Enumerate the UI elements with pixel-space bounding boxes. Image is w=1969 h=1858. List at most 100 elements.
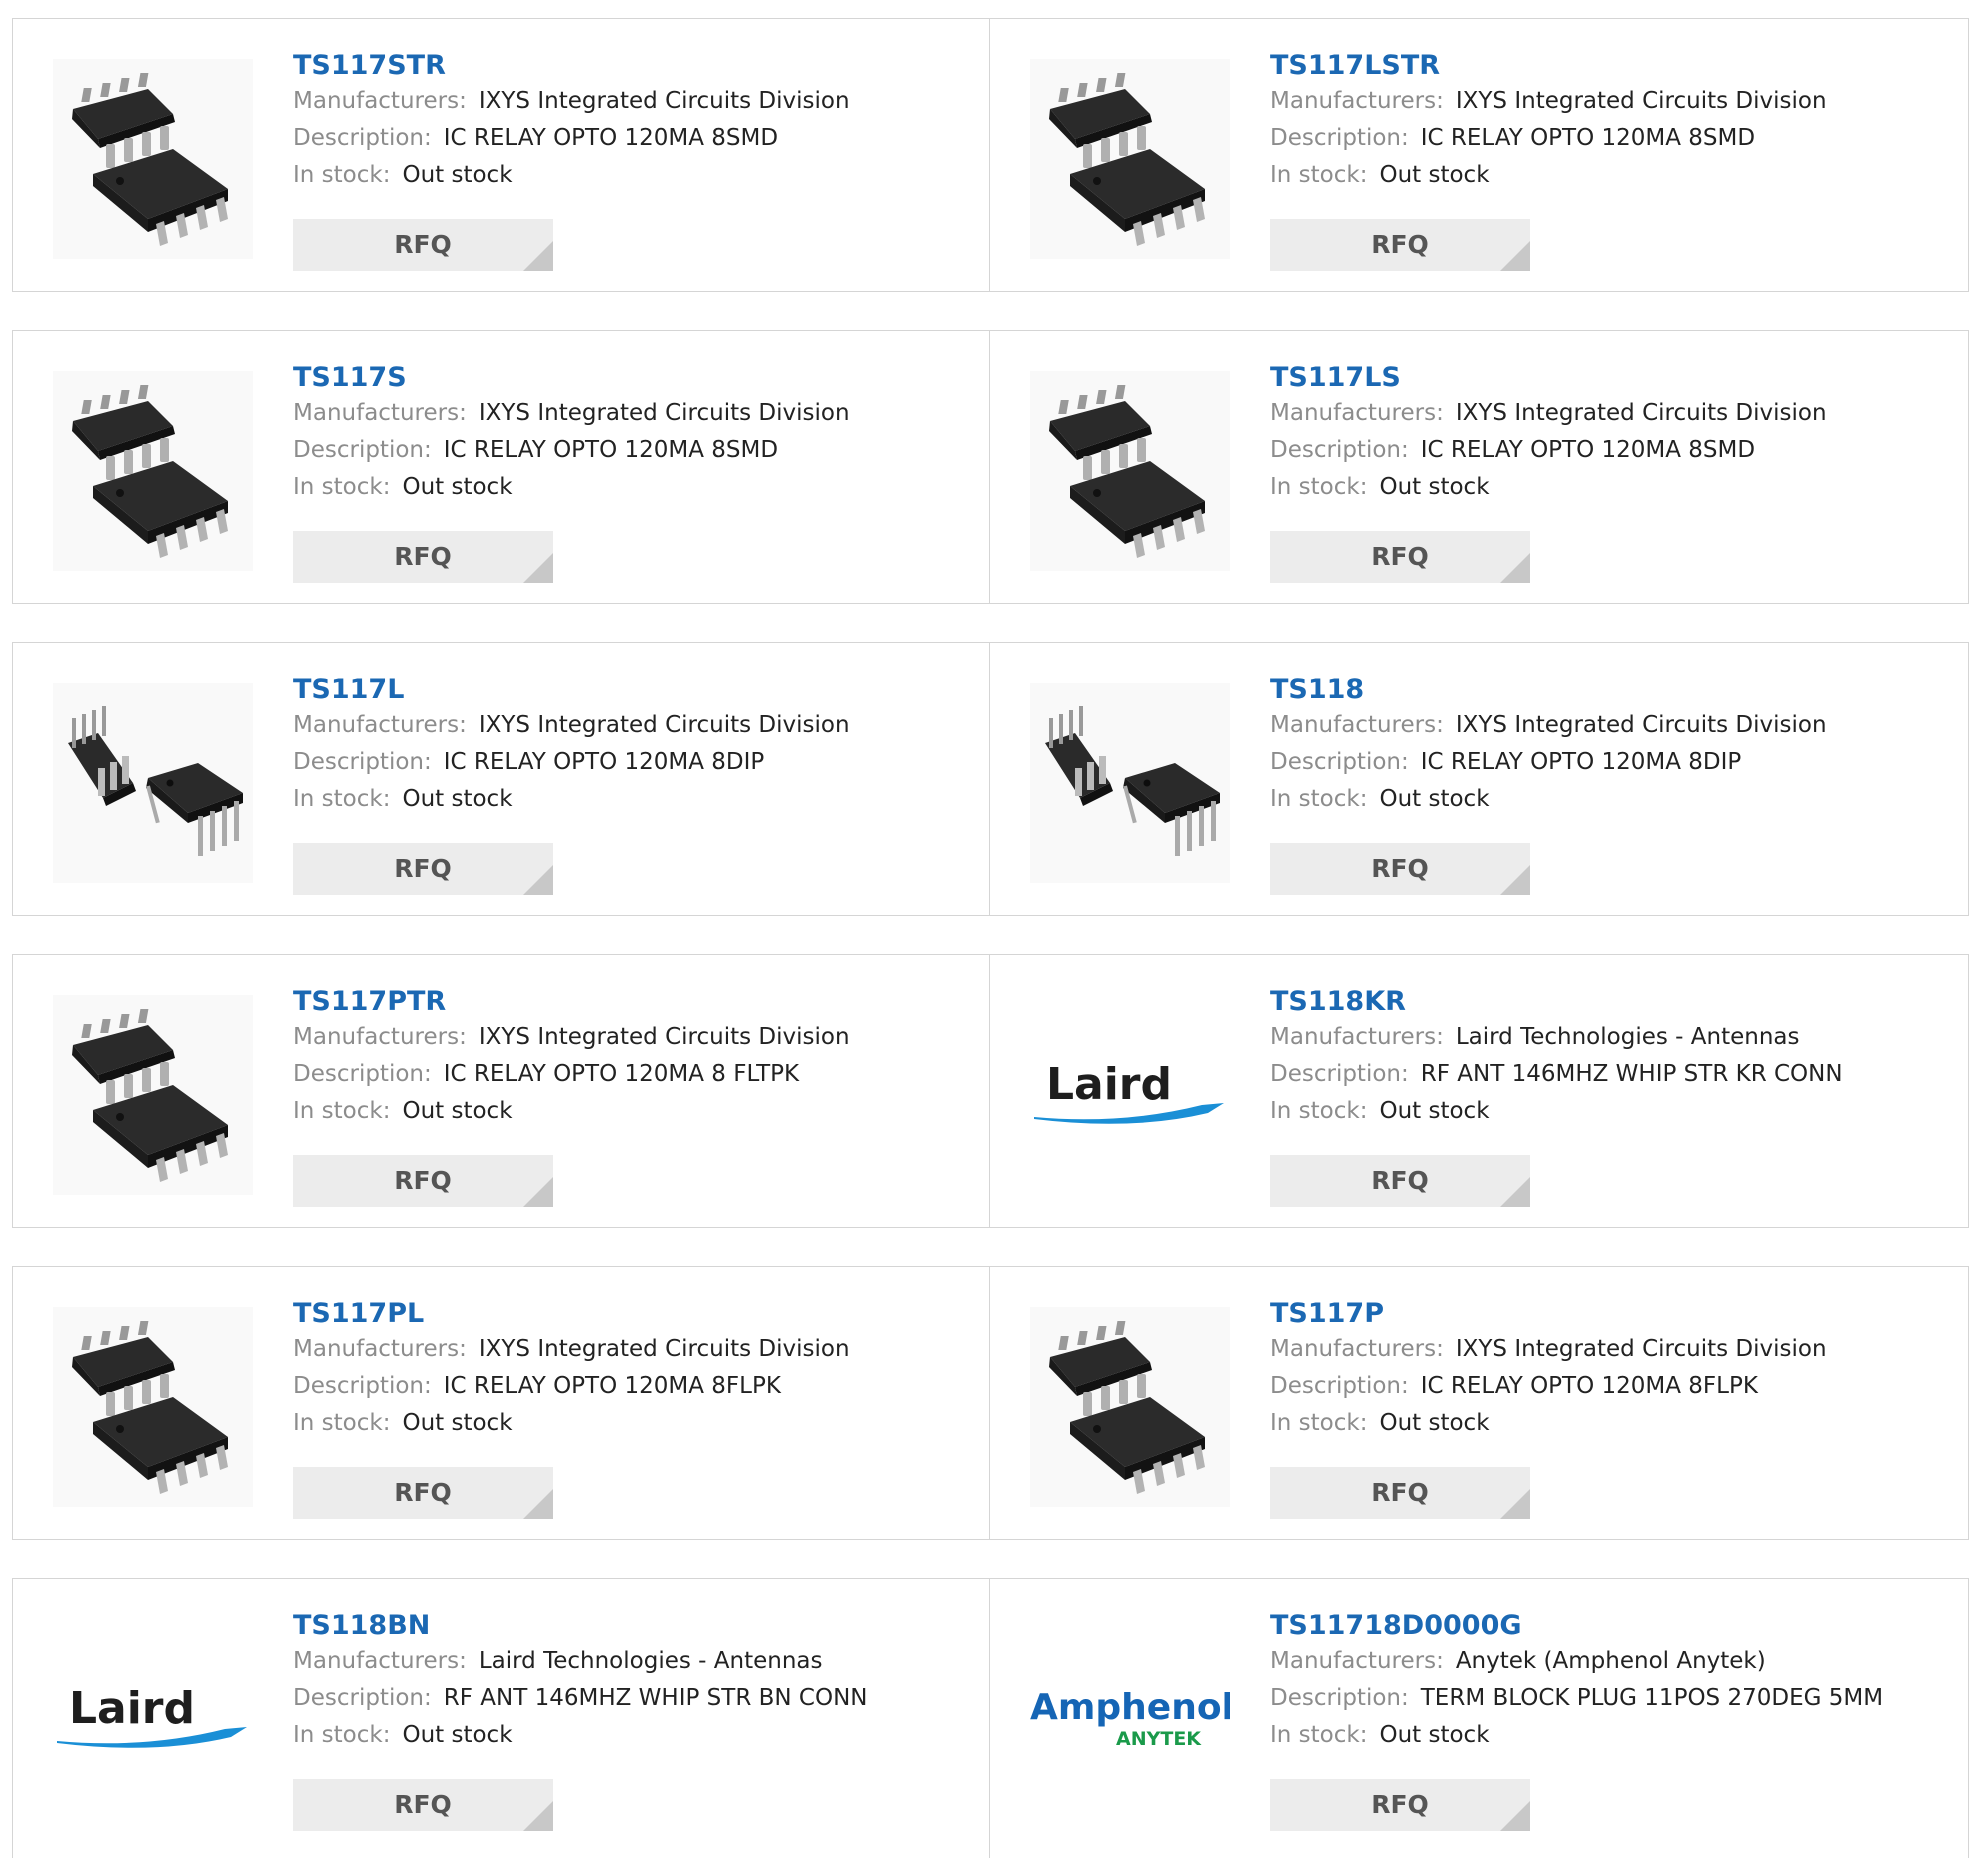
- dip-chip-icon: [1045, 706, 1220, 856]
- corner-triangle-icon: [523, 1177, 553, 1207]
- manufacturer-value: IXYS Integrated Circuits Division: [478, 88, 850, 114]
- manufacturer-label: Manufacturers:: [293, 1024, 467, 1050]
- manufacturer-line: Manufacturers: Laird Technologies - Anten…: [293, 1643, 868, 1680]
- product-image[interactable]: Laird: [1030, 995, 1230, 1195]
- manufacturer-line: Manufacturers: IXYS Integrated Circuits D…: [293, 707, 850, 744]
- stock-label: In stock:: [1270, 1098, 1368, 1124]
- part-number-link[interactable]: TS118BN: [293, 1609, 868, 1643]
- manufacturer-line: Manufacturers: IXYS Integrated Circuits D…: [1270, 1331, 1827, 1368]
- manufacturer-line: Manufacturers: IXYS Integrated Circuits D…: [293, 395, 850, 432]
- manufacturer-label: Manufacturers:: [1270, 88, 1444, 114]
- product-card: Laird TS118KR Manufacturers: Laird Techno…: [990, 955, 1968, 1227]
- svg-text:Laird: Laird: [69, 1683, 195, 1734]
- laird-logo-icon: Laird: [1034, 1059, 1224, 1124]
- rfq-button[interactable]: RFQ: [1270, 219, 1530, 271]
- smd-chip-icon: [72, 1009, 228, 1182]
- description-label: Description:: [293, 437, 432, 463]
- description-value: TERM BLOCK PLUG 11POS 270DEG 5MM: [1420, 1685, 1884, 1711]
- part-number-link[interactable]: TS117L: [293, 673, 850, 707]
- manufacturer-label: Manufacturers:: [293, 1336, 467, 1362]
- corner-triangle-icon: [1500, 1177, 1530, 1207]
- product-info: TS117S Manufacturers: IXYS Integrated Cir…: [293, 361, 850, 506]
- product-image[interactable]: [1030, 1307, 1230, 1507]
- part-number-link[interactable]: TS117P: [1270, 1297, 1827, 1331]
- rfq-button[interactable]: RFQ: [1270, 1779, 1530, 1831]
- product-info: TS11718D0000G Manufacturers: Anytek (Amph…: [1270, 1609, 1883, 1754]
- description-line: Description: IC RELAY OPTO 120MA 8SMD: [1270, 120, 1827, 157]
- rfq-label: RFQ: [394, 1790, 452, 1819]
- part-number-link[interactable]: TS117STR: [293, 49, 850, 83]
- rfq-button[interactable]: RFQ: [293, 1155, 553, 1207]
- description-label: Description:: [293, 1061, 432, 1087]
- part-number-link[interactable]: TS118KR: [1270, 985, 1843, 1019]
- product-image[interactable]: [53, 59, 253, 259]
- smd-chip-icon: [72, 385, 228, 558]
- description-value: IC RELAY OPTO 120MA 8FLPK: [1420, 1373, 1758, 1399]
- part-number-link[interactable]: TS117LSTR: [1270, 49, 1827, 83]
- product-card: TS117PTR Manufacturers: IXYS Integrated C…: [13, 955, 990, 1227]
- manufacturer-line: Manufacturers: Laird Technologies - Anten…: [1270, 1019, 1843, 1056]
- description-line: Description: RF ANT 146MHZ WHIP STR BN CO…: [293, 1680, 868, 1717]
- description-label: Description:: [1270, 1685, 1409, 1711]
- manufacturer-line: Manufacturers: IXYS Integrated Circuits D…: [293, 1331, 850, 1368]
- product-image[interactable]: [53, 371, 253, 571]
- description-value: IC RELAY OPTO 120MA 8DIP: [443, 749, 765, 775]
- product-image[interactable]: Amphenol ANYTEK: [1030, 1619, 1230, 1819]
- rfq-button[interactable]: RFQ: [1270, 843, 1530, 895]
- manufacturer-line: Manufacturers: IXYS Integrated Circuits D…: [1270, 83, 1827, 120]
- rfq-button[interactable]: RFQ: [293, 843, 553, 895]
- product-row: TS117PTR Manufacturers: IXYS Integrated C…: [12, 954, 1969, 1228]
- part-number-link[interactable]: TS117PTR: [293, 985, 850, 1019]
- part-number-link[interactable]: TS117LS: [1270, 361, 1827, 395]
- product-image[interactable]: [1030, 371, 1230, 571]
- part-number-link[interactable]: TS118: [1270, 673, 1827, 707]
- product-image[interactable]: [53, 683, 253, 883]
- part-number-link[interactable]: TS117PL: [293, 1297, 850, 1331]
- manufacturer-line: Manufacturers: IXYS Integrated Circuits D…: [1270, 395, 1827, 432]
- stock-value: Out stock: [1379, 1098, 1490, 1124]
- product-info: TS117L Manufacturers: IXYS Integrated Cir…: [293, 673, 850, 818]
- corner-triangle-icon: [523, 1489, 553, 1519]
- product-image[interactable]: [1030, 683, 1230, 883]
- smd-chip-icon: [72, 73, 228, 246]
- rfq-button[interactable]: RFQ: [1270, 1155, 1530, 1207]
- product-card: Laird TS118BN Manufacturers: Laird Techno…: [13, 1579, 990, 1858]
- product-card: TS117L Manufacturers: IXYS Integrated Cir…: [13, 643, 990, 915]
- product-row: TS117L Manufacturers: IXYS Integrated Cir…: [12, 642, 1969, 916]
- rfq-label: RFQ: [1371, 1166, 1429, 1195]
- stock-value: Out stock: [1379, 474, 1490, 500]
- corner-triangle-icon: [523, 241, 553, 271]
- rfq-button[interactable]: RFQ: [293, 1779, 553, 1831]
- rfq-button[interactable]: RFQ: [1270, 1467, 1530, 1519]
- product-image[interactable]: [53, 995, 253, 1195]
- product-info: TS117P Manufacturers: IXYS Integrated Cir…: [1270, 1297, 1827, 1442]
- rfq-label: RFQ: [1371, 542, 1429, 571]
- rfq-button[interactable]: RFQ: [1270, 531, 1530, 583]
- product-image[interactable]: [53, 1307, 253, 1507]
- description-label: Description:: [293, 749, 432, 775]
- rfq-button[interactable]: RFQ: [293, 1467, 553, 1519]
- manufacturer-value: IXYS Integrated Circuits Division: [478, 400, 850, 426]
- stock-line: In stock: Out stock: [293, 157, 850, 194]
- part-number-link[interactable]: TS11718D0000G: [1270, 1609, 1883, 1643]
- stock-label: In stock:: [1270, 1722, 1368, 1748]
- manufacturer-value: IXYS Integrated Circuits Division: [1455, 712, 1827, 738]
- description-value: IC RELAY OPTO 120MA 8FLPK: [443, 1373, 781, 1399]
- rfq-label: RFQ: [1371, 1790, 1429, 1819]
- stock-value: Out stock: [1379, 786, 1490, 812]
- stock-value: Out stock: [402, 474, 513, 500]
- description-line: Description: IC RELAY OPTO 120MA 8DIP: [293, 744, 850, 781]
- rfq-label: RFQ: [394, 1166, 452, 1195]
- product-image[interactable]: [1030, 59, 1230, 259]
- product-info: TS118KR Manufacturers: Laird Technologies…: [1270, 985, 1843, 1130]
- product-image[interactable]: Laird: [53, 1619, 253, 1819]
- corner-triangle-icon: [523, 553, 553, 583]
- stock-line: In stock: Out stock: [293, 469, 850, 506]
- manufacturer-value: IXYS Integrated Circuits Division: [1455, 1336, 1827, 1362]
- rfq-button[interactable]: RFQ: [293, 219, 553, 271]
- rfq-button[interactable]: RFQ: [293, 531, 553, 583]
- part-number-link[interactable]: TS117S: [293, 361, 850, 395]
- product-card: TS117S Manufacturers: IXYS Integrated Cir…: [13, 331, 990, 603]
- stock-line: In stock: Out stock: [1270, 1717, 1883, 1754]
- description-label: Description:: [1270, 437, 1409, 463]
